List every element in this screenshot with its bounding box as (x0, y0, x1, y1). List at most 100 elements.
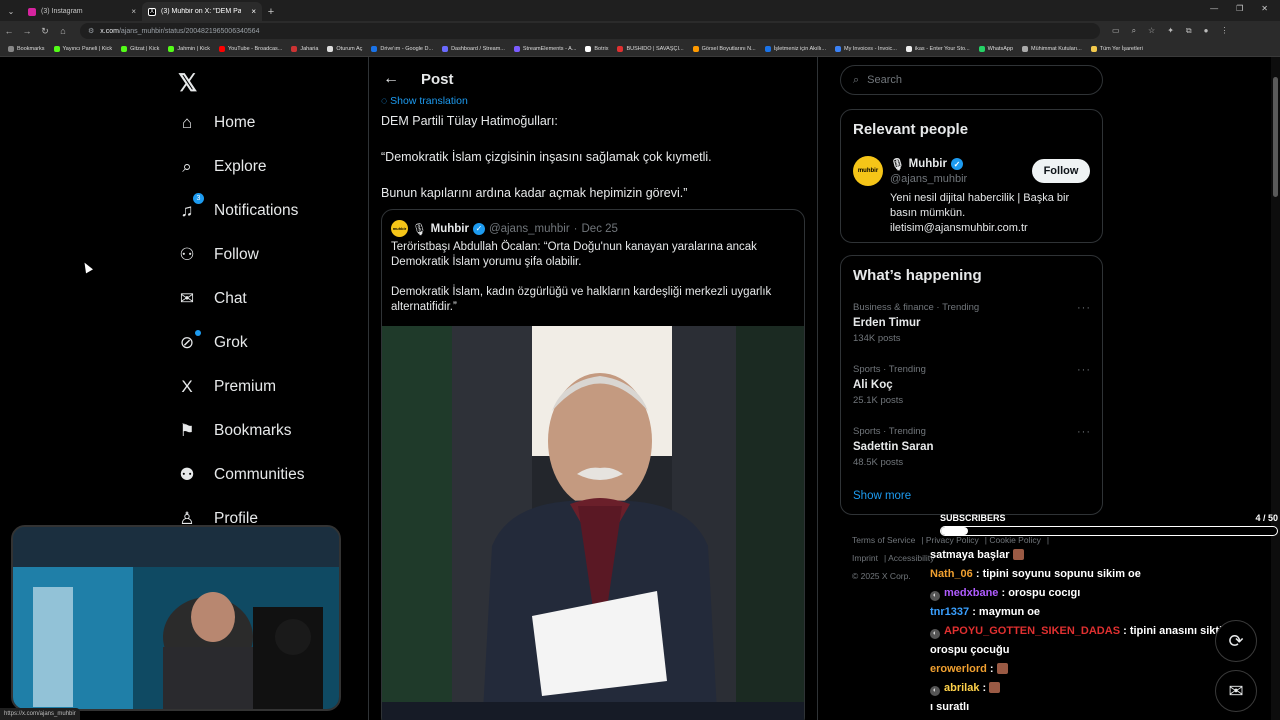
whats-happening-card: What’s happening Business & finance · Tr… (840, 255, 1103, 515)
site-info-icon[interactable]: ⚙ (88, 27, 94, 35)
browser-tab-x-post[interactable]: X (3) Muhbir on X: "DEM Parti × (142, 2, 262, 21)
add-person-icon: ⚇ (179, 245, 195, 264)
more-options-icon[interactable]: ··· (1077, 426, 1091, 438)
nav-item-follow[interactable]: ⚇ Follow (176, 245, 258, 265)
address-bar[interactable]: ⚙ x.com/ajans_muhbir/status/200482196500… (80, 23, 1100, 39)
close-tab-icon[interactable]: × (131, 7, 136, 16)
show-translation-link[interactable]: ◌ Show translation (381, 95, 468, 107)
bookmark-label: Gitzat | Kick (130, 45, 160, 52)
bookmark-star-icon[interactable]: ☆ (1148, 26, 1155, 36)
minimize-icon[interactable]: — (1210, 4, 1218, 13)
bookmark-item[interactable]: Jaharia (291, 45, 318, 52)
more-options-icon[interactable]: ··· (1077, 302, 1091, 314)
follow-button[interactable]: Follow (1032, 159, 1090, 183)
bookmark-favicon-icon (1090, 45, 1097, 52)
footer-link[interactable]: Imprint (852, 553, 878, 563)
page-scrollbar[interactable] (1271, 57, 1280, 720)
messages-float-icon[interactable]: ✉ (1215, 670, 1257, 712)
bookmark-item[interactable]: Botrix (585, 45, 608, 52)
bookmark-label: BUSHIDO | SAVAŞÇI... (626, 45, 684, 52)
bookmark-label: Dashboard / Stream... (451, 45, 505, 52)
close-tab-icon[interactable]: × (251, 7, 256, 16)
bookmark-favicon-icon (442, 45, 449, 52)
bookmark-item[interactable]: Dashboard / Stream... (442, 45, 505, 52)
tab-search-button[interactable]: ⌄ (0, 7, 22, 21)
bookmark-favicon-icon (513, 45, 520, 52)
bookmark-favicon-icon (8, 45, 14, 52)
footer-link[interactable]: Cookie Policy (989, 535, 1041, 545)
footer-link[interactable]: Privacy Policy (926, 535, 979, 545)
search-input[interactable]: ⌕ Search (840, 65, 1103, 95)
bookmark-item[interactable]: YouTube - Broadcas... (219, 45, 282, 52)
close-window-icon[interactable]: ✕ (1261, 4, 1268, 13)
bookmark-item[interactable]: Jahmin | Kick (168, 45, 211, 52)
person-handle[interactable]: @ajans_muhbir (890, 173, 967, 185)
microphone-emoji-icon: 🎙 (890, 159, 905, 171)
webcam-overlay (11, 525, 341, 711)
bookmark-item[interactable]: BUSHIDO | SAVAŞÇI... (617, 45, 684, 52)
scrollbar-thumb[interactable] (1273, 77, 1278, 197)
footer-link[interactable]: Terms of Service (852, 535, 915, 545)
more-options-icon[interactable]: ··· (1077, 364, 1091, 376)
quoted-post[interactable]: muhbir 🎙 Muhbir ✓ @ajans_muhbir · Dec 25… (381, 209, 805, 720)
nav-item-grok[interactable]: ⊘ Grok (176, 330, 248, 353)
back-arrow-icon[interactable]: ← (383, 70, 399, 88)
nav-item-communities[interactable]: ⚉ Communities (176, 465, 304, 485)
quoted-author-name[interactable]: Muhbir (431, 223, 469, 235)
restore-icon[interactable]: ❐ (1236, 4, 1243, 13)
quoted-post-image[interactable] (382, 326, 804, 720)
profile-avatar-icon[interactable]: ● (1204, 26, 1209, 36)
show-more-link[interactable]: Show more (853, 490, 911, 502)
bookmark-item[interactable]: Gitzat | Kick (121, 45, 160, 52)
menu-kebab-icon[interactable]: ⋮ (1220, 26, 1228, 36)
trend-item[interactable]: Business & finance · Trending Erden Timu… (853, 302, 1091, 344)
extension-icon[interactable]: ✦ (1167, 26, 1174, 36)
home-button-icon[interactable]: ⌂ (54, 26, 72, 36)
trend-item[interactable]: Sports · Trending Ali Koç 25.1K posts ··… (853, 364, 1091, 406)
bookmark-item[interactable]: My Invoices - Invoic... (835, 45, 897, 52)
bookmark-item[interactable]: Yayıncı Paneli | Kick (53, 45, 112, 52)
reload-icon[interactable]: ↻ (36, 26, 54, 37)
bookmark-item[interactable]: WhatsApp (978, 45, 1013, 52)
nav-item-home[interactable]: ⌂ Home (176, 113, 256, 133)
bookmark-label: Bookmarks (17, 45, 45, 52)
chat-message: erowerlord : (930, 660, 1270, 679)
nav-item-chat[interactable]: ✉ Chat (176, 289, 247, 309)
bookmark-item[interactable]: Bookmarks (8, 45, 45, 52)
new-tab-button[interactable]: + (262, 6, 280, 21)
chat-username: tnr1337 (930, 606, 970, 618)
x-premium-icon: X (181, 377, 193, 396)
chat-text: : maymun oe (972, 606, 1041, 618)
quoted-post-date[interactable]: Dec 25 (582, 223, 618, 235)
bookmark-item[interactable]: StreamElements - A... (513, 45, 576, 52)
zoom-icon[interactable]: ⌕ (1132, 26, 1136, 36)
bookmark-item[interactable]: Drive'ım - Google D... (371, 45, 433, 52)
chat-username: erowerlord (930, 663, 987, 675)
nav-item-notifications[interactable]: ♫ 3 Notifications (176, 193, 298, 221)
puzzle-icon[interactable]: ⧉ (1186, 26, 1192, 36)
forward-icon[interactable]: → (18, 26, 36, 36)
bookmark-item[interactable]: İşletmeniz için Akıllı... (764, 45, 826, 52)
grok-float-icon[interactable]: ⟳ (1215, 620, 1257, 662)
x-logo-icon[interactable]: 𝕏 (178, 69, 197, 98)
footer-link[interactable]: Accessibility (888, 553, 934, 563)
nav-item-bookmarks[interactable]: ⚑ Bookmarks (176, 421, 291, 441)
back-icon[interactable]: ← (0, 26, 18, 36)
muhbir-avatar[interactable]: muhbir (391, 220, 408, 237)
bookmark-item[interactable]: Görsel Boyutlarını N... (692, 45, 756, 52)
browser-tab-instagram[interactable]: (3) Instagram × (22, 2, 142, 21)
bookmark-favicon-icon (978, 45, 985, 52)
person-name[interactable]: 🎙 Muhbir ✓ (890, 157, 963, 171)
bookmark-item[interactable]: Tüm Yer İşaretleri (1090, 45, 1143, 52)
cast-icon[interactable]: ▭ (1112, 26, 1120, 36)
bookmark-favicon-icon (617, 45, 624, 52)
quoted-author-handle[interactable]: @ajans_muhbir (489, 223, 570, 235)
bookmark-item[interactable]: Mühimmat Kutuları... (1022, 45, 1082, 52)
trend-item[interactable]: Sports · Trending Sadettin Saran 48.5K p… (853, 426, 1091, 468)
muhbir-avatar[interactable]: muhbir (853, 156, 883, 186)
nav-item-explore[interactable]: ⌕ Explore (176, 157, 266, 177)
bookmark-label: Jahmin | Kick (177, 45, 211, 52)
nav-item-premium[interactable]: X Premium (176, 377, 276, 397)
bookmark-item[interactable]: Oturum Aç (327, 45, 362, 52)
bookmark-item[interactable]: ikas - Enter Your Sto... (905, 45, 970, 52)
